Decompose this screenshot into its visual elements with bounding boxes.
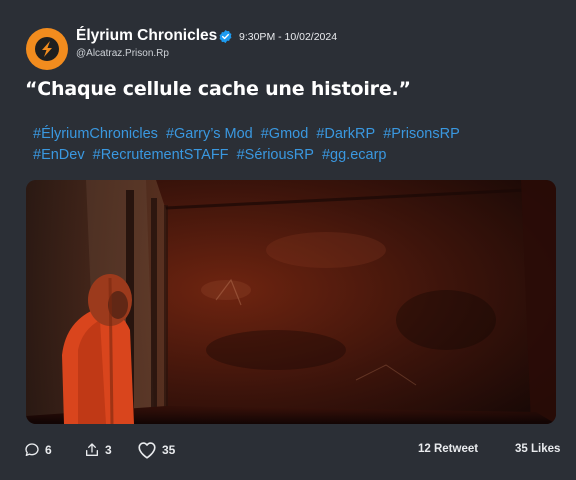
hashtag-link[interactable]: #EnDev bbox=[33, 147, 85, 163]
author-handle[interactable]: @Alcatraz.Prison.Rp bbox=[76, 48, 169, 59]
comment-icon bbox=[25, 443, 39, 456]
verified-badge-icon bbox=[219, 29, 232, 44]
brand-logo-icon bbox=[35, 37, 59, 61]
hashtag-link[interactable]: #Gmod bbox=[261, 126, 309, 142]
like-button[interactable]: 35 bbox=[137, 440, 175, 460]
likes-count[interactable]: 35 Likes bbox=[515, 443, 560, 455]
comment-count: 6 bbox=[45, 443, 52, 457]
heart-icon bbox=[138, 442, 156, 459]
hashtag-link[interactable]: #ÉlyriumChronicles bbox=[33, 126, 158, 142]
author-name[interactable]: Élyrium Chronicles bbox=[76, 27, 217, 45]
hashtag-list: #ÉlyriumChronicles #Garry’s Mod #Gmod #D… bbox=[33, 124, 553, 166]
hashtag-link[interactable]: #PrisonsRP bbox=[383, 126, 460, 142]
hashtag-link[interactable]: #RecrutementSTAFF bbox=[93, 147, 229, 163]
share-count: 3 bbox=[105, 443, 112, 457]
share-button[interactable]: 3 bbox=[84, 440, 112, 460]
avatar[interactable] bbox=[26, 28, 68, 70]
hashtag-link[interactable]: #DarkRP bbox=[316, 126, 375, 142]
retweet-count[interactable]: 12 Retweet bbox=[418, 443, 478, 455]
tweet-text: “Chaque cellule cache une histoire.” bbox=[25, 78, 411, 100]
like-count: 35 bbox=[162, 443, 176, 457]
hashtag-link[interactable]: #gg.ecarp bbox=[322, 147, 387, 163]
share-icon bbox=[86, 443, 98, 456]
timestamp: 9:30PM - 10/02/2024 bbox=[239, 31, 338, 43]
prison-cell-image bbox=[26, 180, 556, 424]
hashtag-link[interactable]: #SériousRP bbox=[237, 147, 314, 163]
comment-button[interactable]: 6 bbox=[24, 440, 52, 460]
tweet-media-image[interactable] bbox=[26, 180, 556, 424]
hashtag-link[interactable]: #Garry’s Mod bbox=[166, 126, 253, 142]
